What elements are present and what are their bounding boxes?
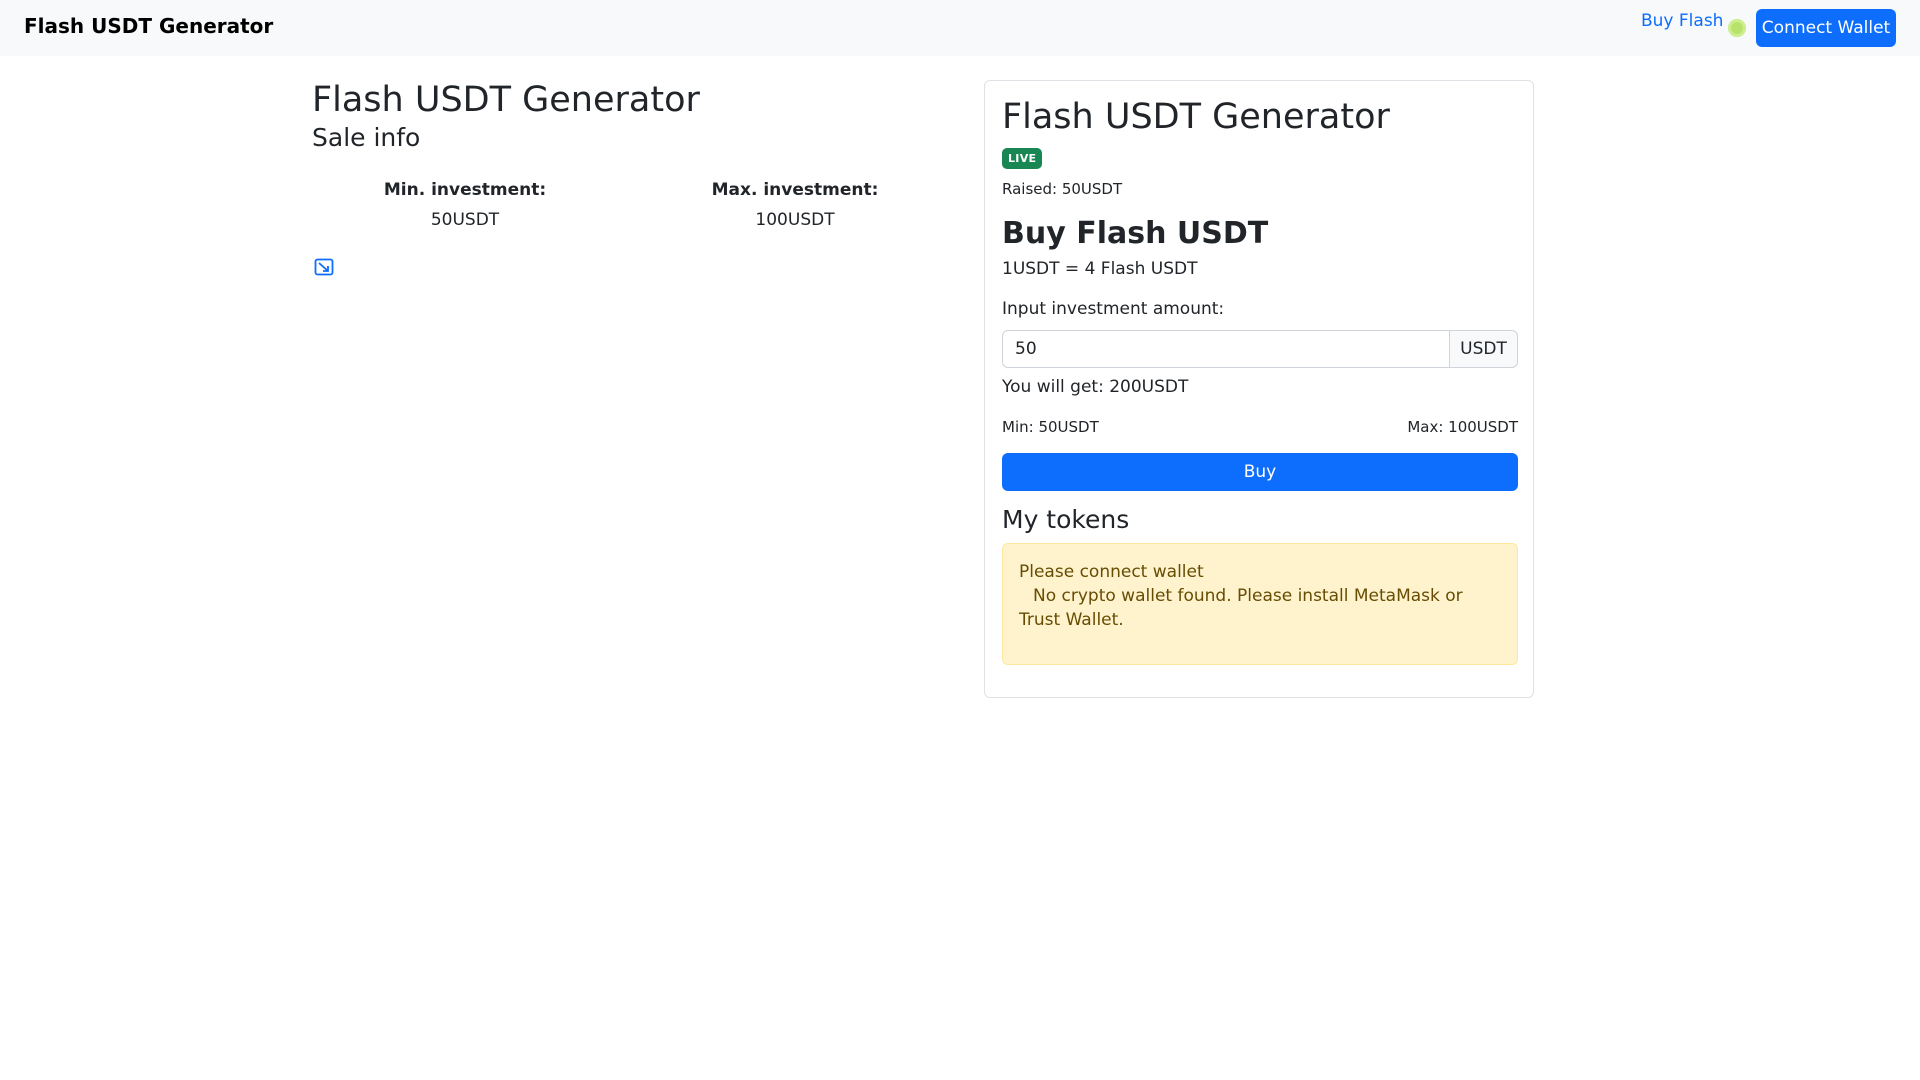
min-investment-value: 50USDT (430, 210, 500, 230)
card-title: Flash USDT Generator (1002, 97, 1390, 137)
top-navbar: Flash USDT Generator Buy Flash Connect W… (0, 0, 1920, 56)
alert-title: Please connect wallet (1019, 562, 1204, 582)
brand-title[interactable]: Flash USDT Generator (24, 14, 273, 38)
you-will-get: You will get: 200USDT (1002, 377, 1189, 397)
buy-flash-link[interactable]: Buy Flash (1641, 11, 1723, 31)
investment-amount-label: Input investment amount: (1002, 299, 1225, 319)
currency-addon: USDT (1450, 330, 1518, 368)
page-title: Flash USDT Generator (312, 80, 700, 120)
sale-info-heading: Sale info (312, 123, 421, 152)
investment-input-group: USDT (1002, 330, 1518, 368)
investment-amount-input[interactable] (1002, 330, 1450, 368)
min-limit: Min: 50USDT (1002, 418, 1099, 436)
max-investment-value: 100USDT (755, 210, 835, 230)
buy-button[interactable]: Buy (1002, 453, 1518, 491)
purchase-card: Flash USDT Generator LIVE Raised: 50USDT… (984, 80, 1534, 698)
exchange-rate: 1USDT = 4 Flash USDT (1002, 259, 1198, 279)
raised-amount: Raised: 50USDT (1002, 180, 1123, 198)
connect-wallet-button[interactable]: Connect Wallet (1756, 9, 1896, 47)
my-tokens-heading: My tokens (1002, 505, 1130, 534)
max-investment-label: Max. investment: (711, 180, 879, 200)
live-badge: LIVE (1002, 148, 1043, 169)
buy-heading: Buy Flash USDT (1002, 216, 1269, 251)
max-investment-stat: Max. investment: 100USDT (645, 180, 945, 230)
min-investment-stat: Min. investment: 50USDT (315, 180, 615, 230)
network-status-dot (1728, 19, 1746, 37)
alert-message: No crypto wallet found. Please install M… (1019, 586, 1463, 630)
max-limit: Max: 100USDT (1407, 418, 1518, 436)
broken-image-icon (314, 258, 334, 276)
sale-info-section: Flash USDT Generator Sale info (312, 78, 972, 154)
wallet-warning-alert: Please connect wallet No crypto wallet f… (1002, 543, 1518, 665)
min-investment-label: Min. investment: (383, 180, 547, 200)
